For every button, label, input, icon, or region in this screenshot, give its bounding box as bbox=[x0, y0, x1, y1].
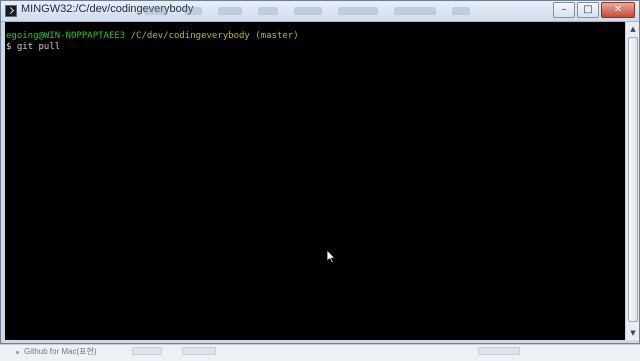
terminal-output[interactable]: egoing@WIN-NOPPAPTAEE3 /C/dev/codingever… bbox=[5, 22, 625, 340]
background-tabs bbox=[144, 7, 504, 15]
background-box bbox=[132, 347, 162, 355]
maximize-button[interactable]: □ bbox=[577, 2, 599, 18]
mouse-cursor-icon bbox=[326, 249, 336, 264]
background-tab bbox=[184, 7, 202, 15]
prompt-user: egoing@WIN-NOPPAPTAEE3 bbox=[6, 31, 126, 41]
terminal-icon[interactable] bbox=[5, 5, 17, 17]
scroll-up-button[interactable]: ▲ bbox=[627, 22, 639, 36]
background-tab bbox=[294, 7, 322, 15]
minimize-button[interactable]: – bbox=[553, 2, 575, 18]
scroll-down-icon: ▼ bbox=[630, 329, 636, 337]
background-tab bbox=[394, 7, 436, 15]
terminal-window: MINGW32:/C/dev/codingeverybody – □ ✕ ego… bbox=[0, 0, 640, 344]
background-box bbox=[478, 347, 520, 355]
background-tab bbox=[452, 7, 470, 15]
background-tab bbox=[258, 7, 278, 15]
prompt-path: /C/dev/codingeverybody bbox=[130, 31, 250, 41]
background-tab bbox=[144, 7, 168, 15]
minimize-icon: – bbox=[561, 4, 567, 15]
prompt-branch: (master) bbox=[255, 31, 299, 41]
background-link[interactable]: Github for Mac(표현) bbox=[24, 346, 97, 357]
bottom-background-strip: Github for Mac(표현) bbox=[0, 344, 640, 361]
background-tab bbox=[338, 7, 378, 15]
scroll-thumb[interactable] bbox=[628, 37, 638, 322]
scroll-up-icon: ▲ bbox=[630, 25, 636, 33]
window-controls: – □ ✕ bbox=[551, 2, 635, 18]
vertical-scrollbar[interactable]: ▲ ▼ bbox=[625, 22, 639, 340]
title-bar[interactable]: MINGW32:/C/dev/codingeverybody – □ ✕ bbox=[1, 1, 639, 22]
terminal-command[interactable]: git pull bbox=[17, 42, 60, 52]
maximize-icon: □ bbox=[583, 4, 593, 15]
bullet-icon bbox=[16, 351, 19, 354]
close-icon: ✕ bbox=[613, 4, 623, 15]
terminal-text[interactable]: egoing@WIN-NOPPAPTAEE3 /C/dev/codingever… bbox=[5, 31, 299, 53]
close-button[interactable]: ✕ bbox=[601, 2, 635, 18]
scroll-down-button[interactable]: ▼ bbox=[627, 326, 639, 340]
background-box bbox=[182, 347, 216, 355]
background-tab bbox=[218, 7, 242, 15]
prompt-symbol: $ bbox=[6, 42, 12, 52]
